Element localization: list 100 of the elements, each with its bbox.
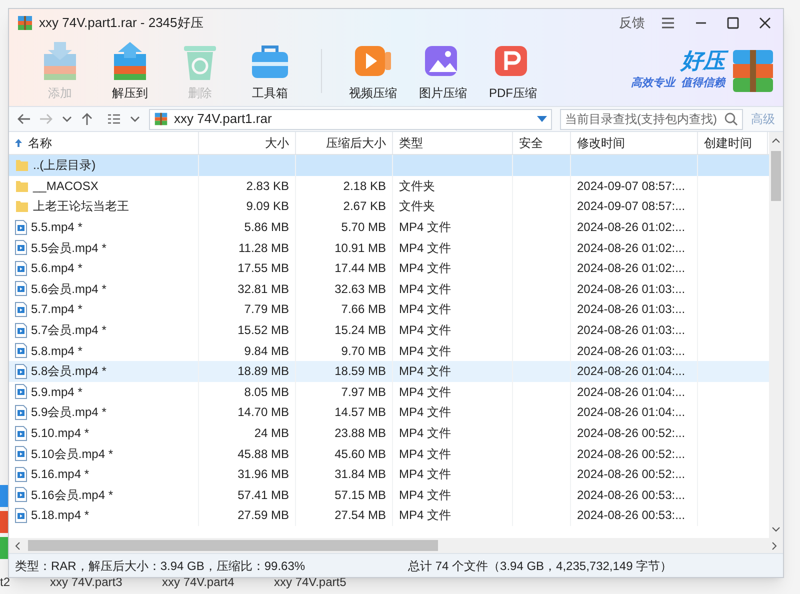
table-cell-text: 17.55 MB: [238, 260, 289, 278]
table-cell-text: MP4 文件: [399, 425, 452, 442]
table-cell-text: 2024-08-26 01:04:...: [577, 384, 686, 401]
table-cell-text: 2024-09-07 08:57:...: [577, 198, 686, 216]
toolbar-button[interactable]: 解压到: [99, 40, 161, 102]
table-cell-text: MP4 文件: [399, 507, 452, 524]
file-row[interactable]: 5.9.mp4 * 8.05 MB 7.97 MB MP4 文件 2024-08-26 01:04:...: [9, 382, 769, 402]
table-cell-text: 31.84 MB: [334, 466, 386, 484]
file-row[interactable]: 5.7会员.mp4 * 15.52 MB 15.24 MB MP4 文件 2024-08-26 01:03:...: [9, 320, 769, 340]
table-cell-text: 2.67 KB: [343, 198, 386, 216]
back-icon[interactable]: [17, 113, 31, 125]
file-name: 5.7.mp4 *: [31, 301, 82, 318]
table-cell-text: 2024-08-26 01:02:...: [577, 240, 686, 257]
table-cell-text: 2024-08-26 01:03:...: [577, 280, 686, 298]
close-icon[interactable]: [759, 16, 771, 28]
dropdown-caret-icon[interactable]: [537, 116, 547, 122]
table-cell-text: MP4 文件: [399, 322, 452, 340]
search-field[interactable]: 当前目录查找(支持包内查找): [560, 108, 743, 130]
video-file-icon: [15, 281, 27, 296]
column-header[interactable]: 安全: [513, 132, 571, 154]
video-file-icon: [15, 508, 27, 523]
column-header[interactable]: 修改时间: [571, 132, 698, 154]
scrollbar-thumb[interactable]: [28, 540, 438, 551]
maximize-icon[interactable]: [727, 16, 739, 28]
video-file-icon: [15, 404, 27, 420]
table-cell-text: 2.18 KB: [343, 178, 386, 195]
file-name: 5.10会员.mp4 *: [31, 446, 114, 463]
file-row[interactable]: __MACOSX 2.83 KB 2.18 KB 文件夹 2024-09-07 08:57:...: [9, 176, 769, 196]
view-list-icon[interactable]: [107, 113, 121, 125]
table-cell-text: 17.44 MB: [334, 260, 386, 278]
table-cell-text: 9.09 KB: [246, 198, 289, 216]
file-name: 5.18.mp4 *: [31, 507, 90, 524]
toolbar-button[interactable]: 工具箱: [239, 40, 301, 102]
file-row[interactable]: 5.7.mp4 * 7.79 MB 7.66 MB MP4 文件 2024-08-26 01:03:...: [9, 299, 769, 320]
table-cell-text: MP4 文件: [399, 280, 452, 298]
table-cell-text: 2024-08-26 00:53:...: [577, 507, 686, 524]
archive-logo-icon: [731, 48, 775, 94]
column-header[interactable]: 压缩后大小: [296, 132, 393, 154]
table-cell-text: 14.57 MB: [334, 404, 386, 422]
menu-icon[interactable]: [661, 16, 675, 28]
file-row[interactable]: ..(上层目录): [9, 155, 769, 176]
archive-icon: [154, 112, 168, 126]
toolbar-button[interactable]: 视频压缩: [342, 40, 404, 102]
file-name: 5.9会员.mp4 *: [31, 404, 106, 422]
file-row[interactable]: 5.8会员.mp4 * 18.89 MB 18.59 MB MP4 文件 2024-08-26 01:04:...: [9, 360, 769, 382]
file-row[interactable]: 5.6会员.mp4 * 32.81 MB 32.63 MB MP4 文件 2024-08-26 01:03:...: [9, 278, 769, 300]
table-cell-text: 2024-08-26 01:02:...: [577, 260, 686, 278]
table-cell-text: 9.84 MB: [244, 342, 289, 360]
file-name: 5.8.mp4 *: [31, 342, 82, 360]
scroll-down-icon[interactable]: [772, 527, 780, 532]
file-label: t2: [0, 574, 12, 591]
table-cell-text: MP4 文件: [399, 384, 452, 401]
path-field[interactable]: xxy 74V.part1.rar: [149, 108, 552, 130]
horizontal-scrollbar[interactable]: [9, 538, 783, 553]
file-row[interactable]: 5.10会员.mp4 * 45.88 MB 45.60 MB MP4 文件 2024-08-26 00:52:...: [9, 443, 769, 464]
file-row[interactable]: 5.9会员.mp4 * 14.70 MB 14.57 MB MP4 文件 2024-08-26 01:04:...: [9, 402, 769, 423]
file-row[interactable]: 5.6.mp4 * 17.55 MB 17.44 MB MP4 文件 2024-08-26 01:02:...: [9, 258, 769, 279]
toolbar-button[interactable]: PDF压缩: [482, 40, 544, 102]
file-row[interactable]: 5.18.mp4 * 27.59 MB 27.54 MB MP4 文件 2024-08-26 00:53:...: [9, 505, 769, 526]
file-label: xxy 74V.part5: [274, 574, 348, 591]
folder-icon: [15, 158, 29, 172]
file-row[interactable]: 5.16.mp4 * 31.96 MB 31.84 MB MP4 文件 2024-08-26 00:52:...: [9, 464, 769, 484]
vertical-scrollbar[interactable]: [769, 132, 783, 538]
table-cell-text: 2.83 KB: [246, 178, 289, 195]
video-file-icon: [15, 364, 27, 379]
video-file-icon: [15, 466, 27, 482]
file-row[interactable]: 上老王论坛当老王 9.09 KB 2.67 KB 文件夹 2024-09-07 08:57:...: [9, 196, 769, 217]
table-cell-text: 2024-08-26 01:04:...: [577, 404, 686, 422]
column-header[interactable]: 大小: [199, 132, 296, 154]
table-cell-text: 45.60 MB: [334, 446, 386, 463]
scroll-left-icon[interactable]: [15, 542, 20, 550]
up-arrow-icon[interactable]: [81, 112, 93, 126]
file-name: __MACOSX: [33, 178, 98, 195]
toolbar-button[interactable]: 图片压缩: [412, 40, 474, 102]
file-row[interactable]: 5.10.mp4 * 24 MB 23.88 MB MP4 文件 2024-08-26 00:52:...: [9, 422, 769, 444]
folder-icon: [15, 178, 29, 193]
slogan-text: 值得信赖: [681, 76, 725, 92]
file-name: 5.16会员.mp4 *: [31, 486, 114, 504]
scroll-up-icon[interactable]: [772, 138, 780, 143]
table-cell-text: 27.54 MB: [334, 507, 386, 524]
table-cell-text: MP4 文件: [399, 446, 452, 463]
file-row[interactable]: 5.5.mp4 * 5.86 MB 5.70 MB MP4 文件 2024-08-26 01:02:...: [9, 216, 769, 238]
file-name: 5.6.mp4 *: [31, 260, 82, 278]
search-icon[interactable]: [724, 112, 738, 126]
table-cell-text: 32.63 MB: [334, 280, 386, 298]
column-header[interactable]: 名称: [9, 132, 199, 154]
table-cell-text: 14.70 MB: [238, 404, 289, 422]
file-label: xxy 74V.part3: [50, 574, 124, 591]
archive-icon: [17, 14, 33, 30]
scroll-right-icon[interactable]: [772, 542, 777, 550]
file-row[interactable]: 5.5会员.mp4 * 11.28 MB 10.91 MB MP4 文件 2024-08-26 01:02:...: [9, 237, 769, 258]
video-file-icon: [15, 240, 27, 256]
table-cell-text: 18.89 MB: [238, 363, 289, 380]
table-cell-text: MP4 文件: [399, 466, 452, 484]
feedback-link[interactable]: 反馈: [615, 12, 649, 32]
scrollbar-thumb[interactable]: [771, 151, 781, 201]
column-header[interactable]: 类型: [393, 132, 513, 154]
column-header[interactable]: 创建时间: [698, 132, 768, 154]
table-cell-text: 文件夹: [399, 178, 435, 195]
file-row[interactable]: 5.16会员.mp4 * 57.41 MB 57.15 MB MP4 文件 2024-08-26 00:53:...: [9, 484, 769, 506]
